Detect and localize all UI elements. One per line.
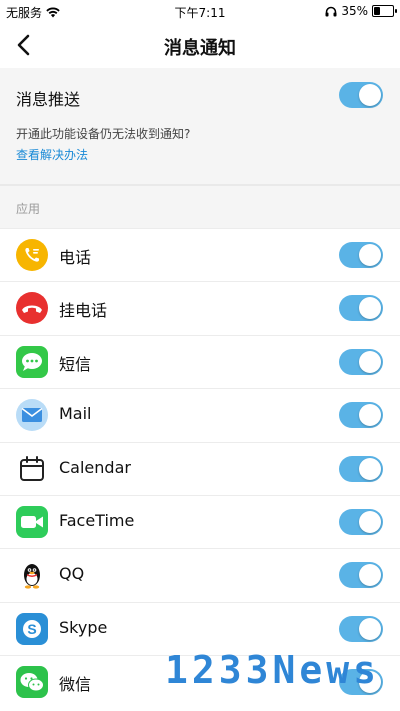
qq-icon bbox=[16, 559, 48, 592]
toggle-knob bbox=[359, 404, 381, 427]
battery-level bbox=[374, 7, 380, 15]
wechat-icon bbox=[16, 666, 48, 699]
push-hint: 开通此功能设备仍无法收到通知? bbox=[16, 127, 191, 141]
svg-text:S: S bbox=[27, 621, 36, 637]
watermark: 1233News bbox=[165, 648, 381, 692]
headphones-icon bbox=[325, 6, 337, 16]
push-section: 消息推送 开通此功能设备仍无法收到通知? 查看解决办法 bbox=[0, 68, 400, 184]
hang-up-icon bbox=[16, 292, 48, 325]
solution-link[interactable]: 查看解决办法 bbox=[16, 146, 88, 163]
app-name: 电话 bbox=[59, 248, 92, 267]
list-item: 电话 bbox=[0, 228, 400, 282]
section-header: 应用 bbox=[0, 186, 400, 228]
app-name: 短信 bbox=[59, 354, 92, 374]
nav-bar: 消息通知 bbox=[0, 22, 400, 68]
list-item: QQ bbox=[0, 548, 400, 602]
facetime-icon bbox=[16, 505, 48, 538]
status-right: 35% bbox=[325, 4, 397, 18]
mail-icon bbox=[16, 399, 48, 432]
calendar-icon bbox=[16, 452, 48, 485]
calendar-toggle[interactable] bbox=[339, 455, 383, 482]
push-toggle[interactable] bbox=[339, 82, 383, 108]
battery-percent: 35% bbox=[341, 4, 368, 18]
app-name: Calendar bbox=[59, 457, 131, 477]
skype-toggle[interactable] bbox=[339, 615, 383, 642]
list-item: FaceTime bbox=[0, 494, 400, 549]
facetime-toggle[interactable] bbox=[339, 508, 383, 535]
sms-icon bbox=[16, 345, 48, 378]
app-name: 微信 bbox=[59, 675, 92, 695]
list-item: Calendar bbox=[0, 441, 400, 495]
push-label: 消息推送 bbox=[16, 90, 81, 109]
app-name: QQ bbox=[59, 564, 85, 584]
skype-icon: S bbox=[16, 612, 48, 645]
status-bar: 无服务 下午7:11 35% bbox=[0, 0, 400, 22]
toggle-knob bbox=[359, 297, 381, 320]
page-title: 消息通知 bbox=[164, 38, 236, 59]
phone-toggle[interactable] bbox=[339, 242, 383, 268]
app-name: Mail bbox=[59, 404, 92, 424]
toggle-knob bbox=[359, 84, 381, 106]
toggle-knob bbox=[359, 510, 381, 533]
battery-icon bbox=[372, 5, 397, 17]
toggle-knob bbox=[359, 617, 381, 640]
toggle-knob bbox=[359, 350, 381, 373]
hang-up-toggle[interactable] bbox=[339, 295, 383, 322]
toggle-knob bbox=[359, 244, 381, 266]
mail-toggle[interactable] bbox=[339, 402, 383, 429]
sms-toggle[interactable] bbox=[339, 348, 383, 375]
section-header-label: 应用 bbox=[16, 202, 41, 216]
list-item: 短信 bbox=[0, 334, 400, 389]
toggle-knob bbox=[359, 564, 381, 587]
list-item: 挂电话 bbox=[0, 281, 400, 335]
app-name: Skype bbox=[59, 617, 108, 637]
app-list: 电话 挂电话 短信 Mail Calendar FaceTime QQ S Sk… bbox=[0, 228, 400, 709]
qq-toggle[interactable] bbox=[339, 562, 383, 589]
app-name: FaceTime bbox=[59, 510, 135, 530]
toggle-knob bbox=[359, 457, 381, 480]
phone-icon bbox=[16, 239, 48, 271]
list-item: Mail bbox=[0, 388, 400, 442]
app-name: 挂电话 bbox=[59, 301, 108, 321]
